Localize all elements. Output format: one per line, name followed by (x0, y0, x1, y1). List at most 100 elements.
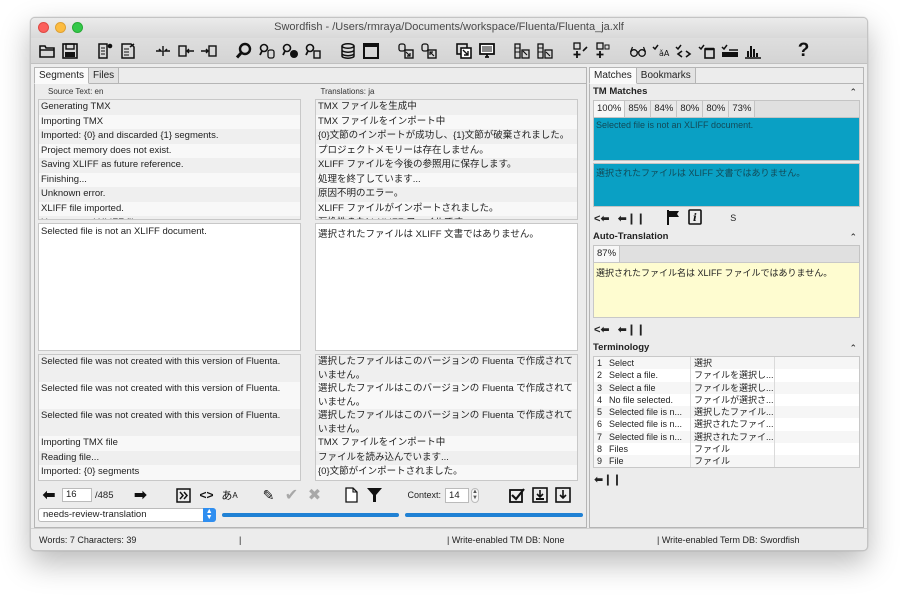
info-icon[interactable]: i (688, 208, 703, 228)
list-item[interactable]: Unsupported XLIFF file. (39, 216, 300, 219)
add-term-icon[interactable] (570, 41, 589, 60)
close-window-button[interactable] (38, 22, 49, 33)
list-item[interactable]: Saving XLIFF as future reference. (39, 158, 300, 173)
flag-icon[interactable] (667, 209, 680, 228)
collapse-term-icon[interactable]: ⌃ (849, 340, 857, 356)
open-icon[interactable] (37, 41, 56, 60)
list-item[interactable]: Selected file was not created with this … (39, 382, 300, 409)
minimize-window-button[interactable] (55, 22, 66, 33)
term-row[interactable]: 1 Select 選択 (594, 357, 859, 370)
save-icon[interactable] (60, 41, 79, 60)
list-item[interactable]: XLIFF ファイルを今後の参照用に保存します。 (316, 158, 577, 173)
accept-match-icon[interactable]: <⬅ (594, 212, 610, 225)
accept-at-icon[interactable]: <⬅ (594, 323, 610, 336)
approve-checkbox-icon[interactable] (507, 485, 527, 505)
split-segment-icon[interactable] (153, 41, 172, 60)
insert-term-icon[interactable]: ⬅❙❙ (594, 473, 622, 486)
tags-icon[interactable]: <> (197, 485, 217, 505)
add-term-alt-icon[interactable] (593, 41, 612, 60)
list-item[interactable]: 選択したファイルはこのバージョンの Fluenta で作成されていません。 (316, 355, 577, 382)
preview-icon[interactable] (477, 41, 496, 60)
term-row[interactable]: 8 Files ファイル (594, 443, 859, 456)
list-item[interactable]: Finishing... (39, 172, 300, 187)
document-icon[interactable] (342, 485, 362, 505)
list-item[interactable]: TMX ファイルを生成中 (316, 100, 577, 115)
export-file-icon[interactable] (118, 41, 137, 60)
match-tab[interactable]: 84% (651, 101, 678, 117)
term-row[interactable]: 6 Selected file is n... 選択されたファイ... (594, 418, 859, 431)
term-row[interactable]: 9 File ファイル (594, 455, 859, 467)
term-row[interactable]: 4 No file selected. ファイルが選択さ... (594, 393, 859, 407)
list-item[interactable]: Importing TMX file (39, 436, 300, 451)
term-row[interactable]: 2 Select a file. ファイルを選択し... (594, 369, 859, 382)
new-file-icon[interactable] (95, 41, 114, 60)
next-untranslated-icon[interactable] (174, 485, 194, 505)
tab-segments[interactable]: Segments (34, 67, 90, 84)
list-item[interactable]: Imported: {0} segments (39, 465, 300, 480)
list-item[interactable]: 互換性のない XLIFF ファイルです。 (316, 216, 577, 219)
search-tm-icon[interactable] (257, 41, 276, 60)
match-tab[interactable]: 85% (625, 101, 652, 117)
check-tags-icon[interactable] (674, 41, 693, 60)
statistics-icon[interactable] (743, 41, 762, 60)
next-segment-icon[interactable]: ➡ (130, 485, 152, 505)
search-icon[interactable] (234, 41, 253, 60)
help-icon[interactable]: ? (794, 40, 813, 61)
confirm-check-icon[interactable]: ✔ (282, 485, 302, 505)
segment-number-input[interactable]: 16 (62, 488, 92, 502)
list-item[interactable]: {0}文節のインポートが成功し、{1}文節が破棄されました。 (316, 129, 577, 144)
list-item[interactable]: Importing TMX (39, 114, 300, 129)
segment-state-select[interactable]: needs-review-translation ▲ ▼ (38, 508, 216, 522)
match-tab[interactable]: 80% (677, 101, 704, 117)
list-item[interactable]: XLIFF ファイルがインポートされました。 (316, 201, 577, 216)
download-icon[interactable] (553, 485, 573, 505)
list-item[interactable]: Selected file was not created with this … (39, 355, 300, 382)
list-item[interactable]: 選択したファイルはこのバージョンの Fluenta で作成されていません。 (316, 382, 577, 409)
tab-bookmarks[interactable]: Bookmarks (635, 67, 696, 83)
match-tab[interactable]: 73% (729, 101, 756, 117)
list-item[interactable]: 選択したファイルはこのバージョンの Fluenta で作成されていません。 (316, 409, 577, 436)
context-stepper[interactable]: ▲ ▼ (471, 487, 480, 503)
target-list-bottom[interactable]: 選択したファイルはこのバージョンの Fluenta で作成されていません。 選択し… (315, 354, 578, 481)
list-item[interactable]: ファイルを読み込んでいます... (316, 450, 577, 465)
list-item[interactable]: プロジェクトメモリーは存在しません。 (316, 143, 577, 158)
list-item[interactable]: XLIFF file imported. (39, 201, 300, 216)
tm-import-icon[interactable] (396, 41, 415, 60)
target-editor[interactable]: 選択されたファイルは XLIFF 文書ではありません。 (315, 223, 578, 351)
maximize-window-button[interactable] (72, 22, 83, 33)
merge-next-icon[interactable] (199, 41, 218, 60)
window-icon[interactable] (361, 41, 380, 60)
tab-matches[interactable]: Matches (589, 67, 637, 84)
search-web-icon[interactable] (280, 41, 299, 60)
list-item[interactable]: 処理を終了しています... (316, 172, 577, 187)
glossary-export-icon[interactable] (535, 41, 554, 60)
source-icon[interactable]: S (730, 213, 736, 223)
list-item[interactable]: Project memory does not exist. (39, 143, 300, 158)
tab-files[interactable]: Files (88, 67, 120, 83)
term-row[interactable]: 5 Selected file is n... 選択したファイル... (594, 406, 859, 419)
check-length-icon[interactable] (720, 41, 739, 60)
list-item[interactable]: Generating TMX (39, 100, 300, 115)
match-tab[interactable]: 100% (594, 101, 626, 117)
previous-segment-icon[interactable]: ⬅ (38, 485, 60, 505)
search-term-icon[interactable] (303, 41, 322, 60)
list-item[interactable]: {0}文節がインポートされました。 (316, 465, 577, 480)
database-icon[interactable] (338, 41, 357, 60)
list-item[interactable]: Imported: {0} and discarded {1} segments… (39, 129, 300, 144)
glossary-import-icon[interactable] (512, 41, 531, 60)
source-list-bottom[interactable]: Selected file was not created with this … (38, 354, 301, 481)
list-item[interactable]: Reading file... (39, 450, 300, 465)
merge-prev-icon[interactable] (176, 41, 195, 60)
list-item[interactable]: Selected file was not created with this … (39, 409, 300, 436)
match-tab[interactable]: 87% (594, 246, 621, 262)
filter-icon[interactable] (365, 485, 385, 505)
terminology-table[interactable]: 1 Select 選択 2 Select a file. ファイルを選択し... 3 Sele… (593, 356, 860, 468)
source-list-top[interactable]: Generating TMX Importing TMX Imported: {0}… (38, 99, 301, 220)
context-input[interactable]: 14 (445, 487, 470, 503)
target-list-top[interactable]: TMX ファイルを生成中 TMX ファイルをインポート中 {0}文節のインポートが成… (315, 99, 578, 220)
list-item[interactable]: TMX ファイルをインポート中 (316, 436, 577, 451)
source-editor[interactable]: Selected file is not an XLIFF document. (38, 223, 301, 351)
download-locked-icon[interactable] (530, 485, 550, 505)
spellcheck-icon[interactable]: あA (220, 485, 240, 505)
cancel-x-icon[interactable]: ✖ (305, 485, 325, 505)
